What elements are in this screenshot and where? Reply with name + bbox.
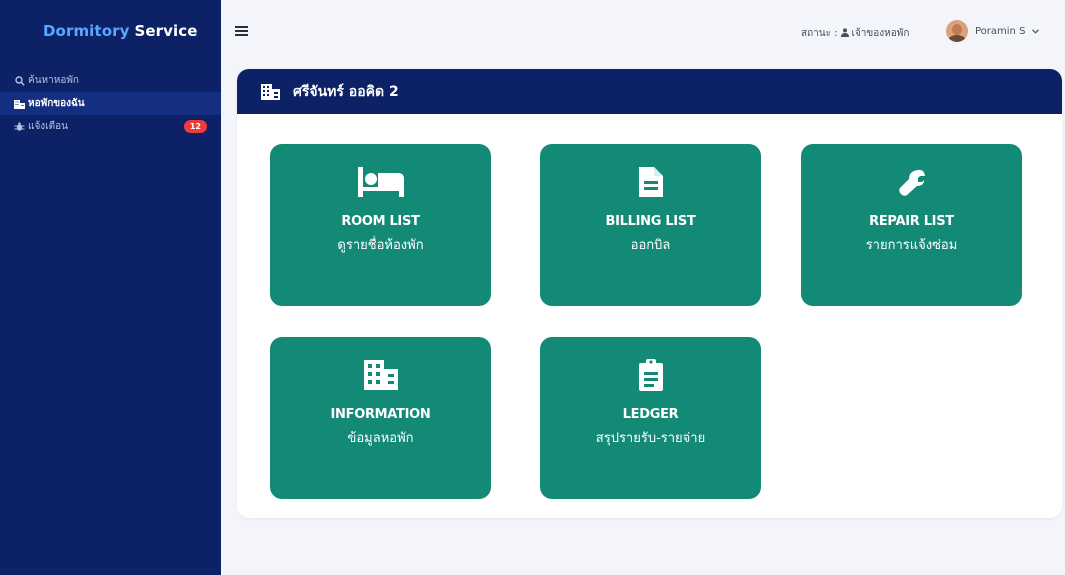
- tile-subtitle: ออกบิล: [630, 238, 671, 253]
- menu-toggle-icon[interactable]: [235, 26, 248, 36]
- sidebar-item-notifications[interactable]: แจ้งเตือน 12: [0, 115, 221, 138]
- status-value: เจ้าของหอพัก: [851, 28, 910, 39]
- search-icon: [14, 75, 25, 86]
- tile-title: REPAIR LIST: [869, 214, 954, 229]
- tile-information[interactable]: INFORMATION ข้อมูลหอพัก: [270, 337, 491, 499]
- page-title: ศรีจันทร์ ออคิด 2: [293, 83, 399, 100]
- tile-subtitle: รายการแจ้งซ่อม: [865, 238, 958, 253]
- notification-count-badge: 12: [183, 120, 207, 133]
- bug-icon: [14, 121, 25, 132]
- brand-name-part1: Dormitory: [43, 22, 130, 40]
- card-header: ศรีจันทร์ ออคิด 2: [237, 69, 1062, 114]
- tile-subtitle: สรุปรายรับ-รายจ่าย: [595, 431, 706, 446]
- building-icon: [270, 357, 491, 393]
- app: Dormitory Service ค้นหาหอพัก หอพักของฉัน: [0, 0, 1065, 575]
- brand-logo[interactable]: Dormitory Service: [0, 0, 221, 62]
- sidebar-item-label: ค้นหาหอพัก: [28, 75, 79, 86]
- topbar: สถานะ : เจ้าของหอพัก Poramin S: [221, 0, 1065, 62]
- status-label: สถานะ :: [801, 28, 838, 39]
- building-icon: [14, 98, 25, 109]
- building-icon: [261, 83, 281, 100]
- sidebar-item-label: แจ้งเตือน: [28, 121, 68, 132]
- user-role-icon: [840, 27, 849, 40]
- bed-icon: [270, 164, 491, 200]
- brand-name-part2: Service: [134, 22, 198, 40]
- user-menu[interactable]: Poramin S: [946, 18, 1040, 44]
- tile-title: ROOM LIST: [341, 214, 420, 229]
- tile-repair-list[interactable]: REPAIR LIST รายการแจ้งซ่อม: [801, 144, 1022, 306]
- wrench-icon: [801, 164, 1022, 200]
- tile-title: LEDGER: [622, 407, 679, 422]
- sidebar-item-my-dorm[interactable]: หอพักของฉัน: [0, 92, 221, 115]
- tile-room-list[interactable]: ROOM LIST ดูรายชื่อห้องพัก: [270, 144, 491, 306]
- chevron-down-icon: [1032, 26, 1040, 37]
- clipboard-icon: [540, 357, 761, 393]
- sidebar-item-label: หอพักของฉัน: [28, 98, 85, 109]
- tile-subtitle: ข้อมูลหอพัก: [347, 431, 414, 446]
- sidebar-nav: ค้นหาหอพัก หอพักของฉัน แจ้งเตือน 12: [0, 69, 221, 138]
- sidebar-item-search[interactable]: ค้นหาหอพัก: [0, 69, 221, 92]
- dorm-dashboard-card: ศรีจันทร์ ออคิด 2 ROOM LIST ดูรายชื่อห้อ…: [237, 69, 1062, 518]
- tile-title: BILLING LIST: [605, 214, 696, 229]
- user-name: Poramin S: [975, 25, 1026, 37]
- sidebar: Dormitory Service ค้นหาหอพัก หอพักของฉัน: [0, 0, 221, 575]
- tile-title: INFORMATION: [330, 407, 431, 422]
- file-icon: [540, 164, 761, 200]
- tile-ledger[interactable]: LEDGER สรุปรายรับ-รายจ่าย: [540, 337, 761, 499]
- user-status: สถานะ : เจ้าของหอพัก: [801, 26, 909, 41]
- tile-subtitle: ดูรายชื่อห้องพัก: [337, 238, 424, 253]
- tile-billing-list[interactable]: BILLING LIST ออกบิล: [540, 144, 761, 306]
- avatar: [946, 20, 968, 42]
